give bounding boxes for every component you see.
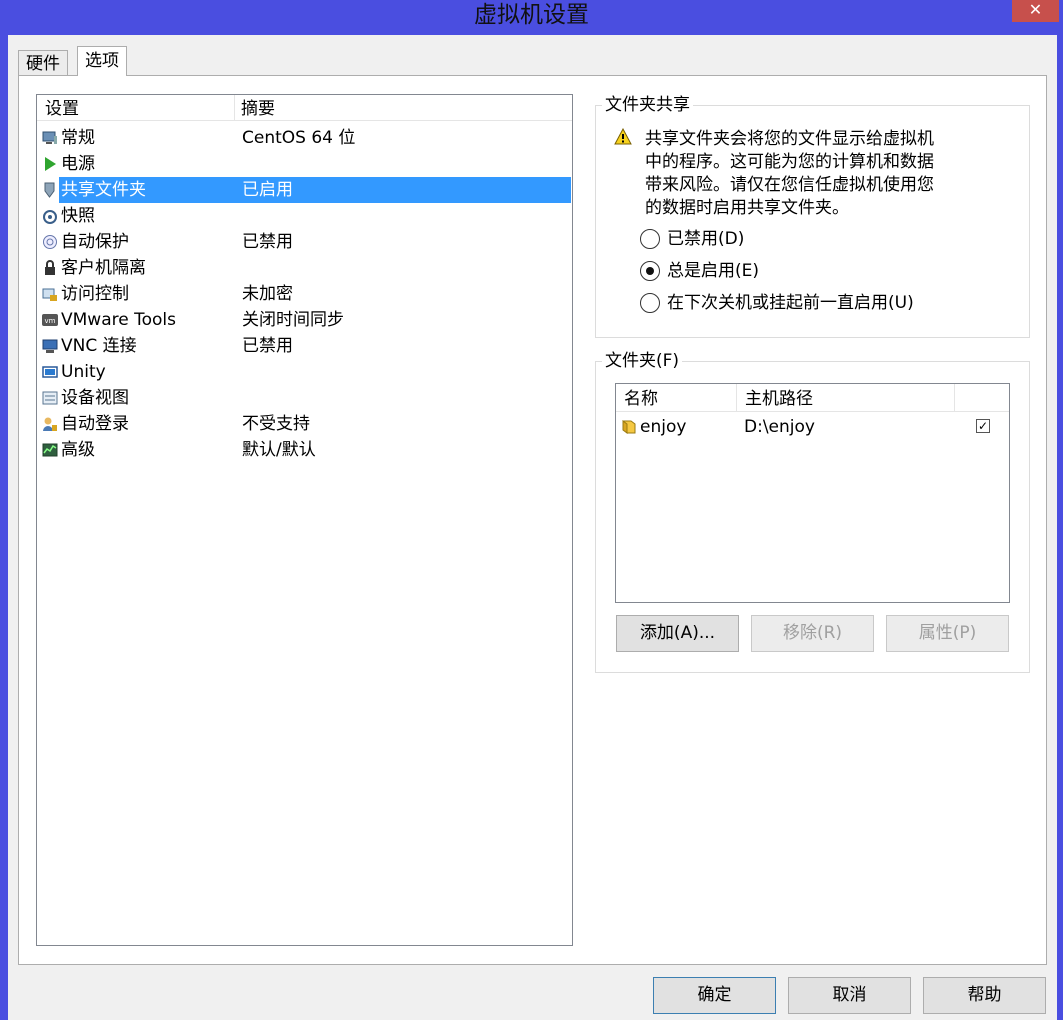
settings-row-device-view[interactable]: 设备视图 — [37, 385, 572, 411]
snapshot-icon — [43, 210, 57, 224]
settings-list-header: 设置 摘要 — [37, 95, 572, 121]
warning-line: 共享文件夹会将您的文件显示给虚拟机 — [645, 129, 934, 149]
settings-row-name: 自动保护 — [61, 232, 129, 252]
radio-label: 已禁用(D) — [667, 229, 745, 249]
window-border-left — [0, 35, 8, 1020]
title-bar: 虚拟机设置 ✕ — [0, 0, 1063, 35]
settings-row-summary — [241, 203, 572, 229]
settings-row-summary: 关闭时间同步 — [242, 310, 344, 330]
settings-row-summary — [241, 385, 572, 411]
shared-folder-icon — [622, 420, 636, 434]
ok-button[interactable]: 确定 — [653, 977, 776, 1014]
settings-row-name: VNC 连接 — [61, 336, 137, 356]
settings-row-summary — [241, 151, 572, 177]
svg-text:vm: vm — [45, 317, 56, 325]
settings-row-vmware-tools[interactable]: vm VMware Tools 关闭时间同步 — [37, 307, 572, 333]
folders-table-header: 名称 主机路径 — [616, 384, 1009, 412]
radio-label: 在下次关机或挂起前一直启用(U) — [667, 293, 914, 313]
shield-folder-icon — [44, 182, 55, 198]
add-folder-button[interactable]: 添加(A)... — [616, 615, 739, 652]
window-border-right — [1057, 35, 1063, 1020]
settings-row-summary: 不受支持 — [242, 414, 310, 434]
user-icon — [43, 417, 57, 431]
settings-row-summary — [241, 359, 572, 385]
settings-row-snapshots[interactable]: 快照 — [37, 203, 572, 229]
settings-row-summary — [241, 255, 572, 281]
remove-folder-button[interactable]: 移除(R) — [751, 615, 874, 652]
settings-row-autologin[interactable]: 自动登录 不受支持 — [37, 411, 572, 437]
settings-row-name: 自动登录 — [61, 414, 129, 434]
warning-line: 中的程序。这可能为您的计算机和数据 — [645, 152, 934, 172]
column-header-name[interactable]: 名称 — [616, 384, 737, 412]
settings-row-power[interactable]: 电源 — [37, 151, 572, 177]
settings-row-advanced[interactable]: 高级 默认/默认 — [37, 437, 572, 463]
settings-row-name: Unity — [61, 362, 106, 382]
play-icon — [45, 157, 56, 171]
settings-row-access-control[interactable]: 访问控制 未加密 — [37, 281, 572, 307]
settings-row-unity[interactable]: Unity — [37, 359, 572, 385]
radio-circle[interactable] — [640, 229, 660, 249]
lock-icon — [45, 260, 55, 275]
folder-enabled-checkbox[interactable]: ✓ — [976, 419, 990, 433]
access-control-icon — [42, 288, 57, 301]
settings-row-autoprotect[interactable]: 自动保护 已禁用 — [37, 229, 572, 255]
autoprotect-icon — [43, 235, 57, 249]
settings-row-summary: 未加密 — [242, 284, 293, 304]
device-view-icon — [42, 391, 58, 405]
folder-properties-button[interactable]: 属性(P) — [886, 615, 1009, 652]
settings-row-vnc[interactable]: VNC 连接 已禁用 — [37, 333, 572, 359]
settings-row-guest-isolation[interactable]: 客户机隔离 — [37, 255, 572, 281]
settings-row-summary: 默认/默认 — [242, 440, 316, 460]
cancel-button[interactable]: 取消 — [788, 977, 911, 1014]
settings-row-name: VMware Tools — [61, 310, 176, 330]
settings-row-summary: 已启用 — [241, 177, 571, 203]
window-title: 虚拟机设置 — [474, 2, 589, 28]
settings-row-shared-folders[interactable]: 共享文件夹 已启用 — [37, 177, 572, 203]
radio-circle[interactable] — [640, 261, 660, 281]
folder-sharing-legend: 文件夹共享 — [602, 94, 693, 116]
folders-legend: 文件夹(F) — [602, 350, 683, 372]
folder-row[interactable]: enjoy D:\enjoy ✓ — [616, 414, 1009, 440]
settings-row-name: 快照 — [61, 206, 95, 226]
folder-host-path: D:\enjoy — [744, 417, 815, 437]
settings-row-summary: 已禁用 — [242, 336, 293, 356]
tab-hardware[interactable]: 硬件 — [18, 50, 68, 76]
settings-row-name: 客户机隔离 — [61, 258, 146, 278]
column-header-enabled[interactable] — [955, 384, 1009, 412]
tab-options[interactable]: 选项 — [77, 46, 127, 76]
close-button[interactable]: ✕ — [1012, 0, 1059, 22]
settings-row-name: 电源 — [61, 154, 95, 174]
help-button[interactable]: 帮助 — [923, 977, 1046, 1014]
column-header-setting[interactable]: 设置 — [37, 95, 235, 121]
settings-row-name: 设备视图 — [61, 388, 129, 408]
monitor-icon — [42, 131, 57, 144]
folder-name: enjoy — [640, 417, 687, 437]
settings-row-general[interactable]: 常规 CentOS 64 位 — [37, 125, 572, 151]
warning-line: 带来风险。请仅在您信任虚拟机使用您 — [645, 175, 934, 195]
vm-icon: vm — [42, 314, 58, 326]
radio-circle[interactable] — [640, 293, 660, 313]
unity-icon — [42, 366, 58, 378]
settings-row-summary: CentOS 64 位 — [242, 128, 356, 148]
sharing-warning-text: 共享文件夹会将您的文件显示给虚拟机 中的程序。这可能为您的计算机和数据 带来风险… — [645, 128, 965, 220]
settings-row-name: 访问控制 — [61, 284, 129, 304]
settings-list[interactable]: 设置 摘要 常规 CentOS 64 位 电源 共享文件夹 已启用 快照 自动保… — [36, 94, 573, 946]
settings-row-summary: 已禁用 — [242, 232, 293, 252]
radio-label: 总是启用(E) — [667, 261, 760, 281]
warning-icon — [614, 128, 632, 145]
warning-line: 的数据时启用共享文件夹。 — [645, 198, 849, 218]
advanced-icon — [42, 443, 58, 457]
settings-row-name: 常规 — [61, 128, 95, 148]
settings-row-name: 高级 — [61, 440, 95, 460]
folders-table[interactable]: 名称 主机路径 enjoy D:\enjoy ✓ — [615, 383, 1010, 603]
column-header-host-path[interactable]: 主机路径 — [737, 384, 955, 412]
column-header-summary[interactable]: 摘要 — [235, 95, 572, 121]
settings-row-name: 共享文件夹 — [59, 177, 241, 203]
vnc-icon — [42, 339, 58, 353]
